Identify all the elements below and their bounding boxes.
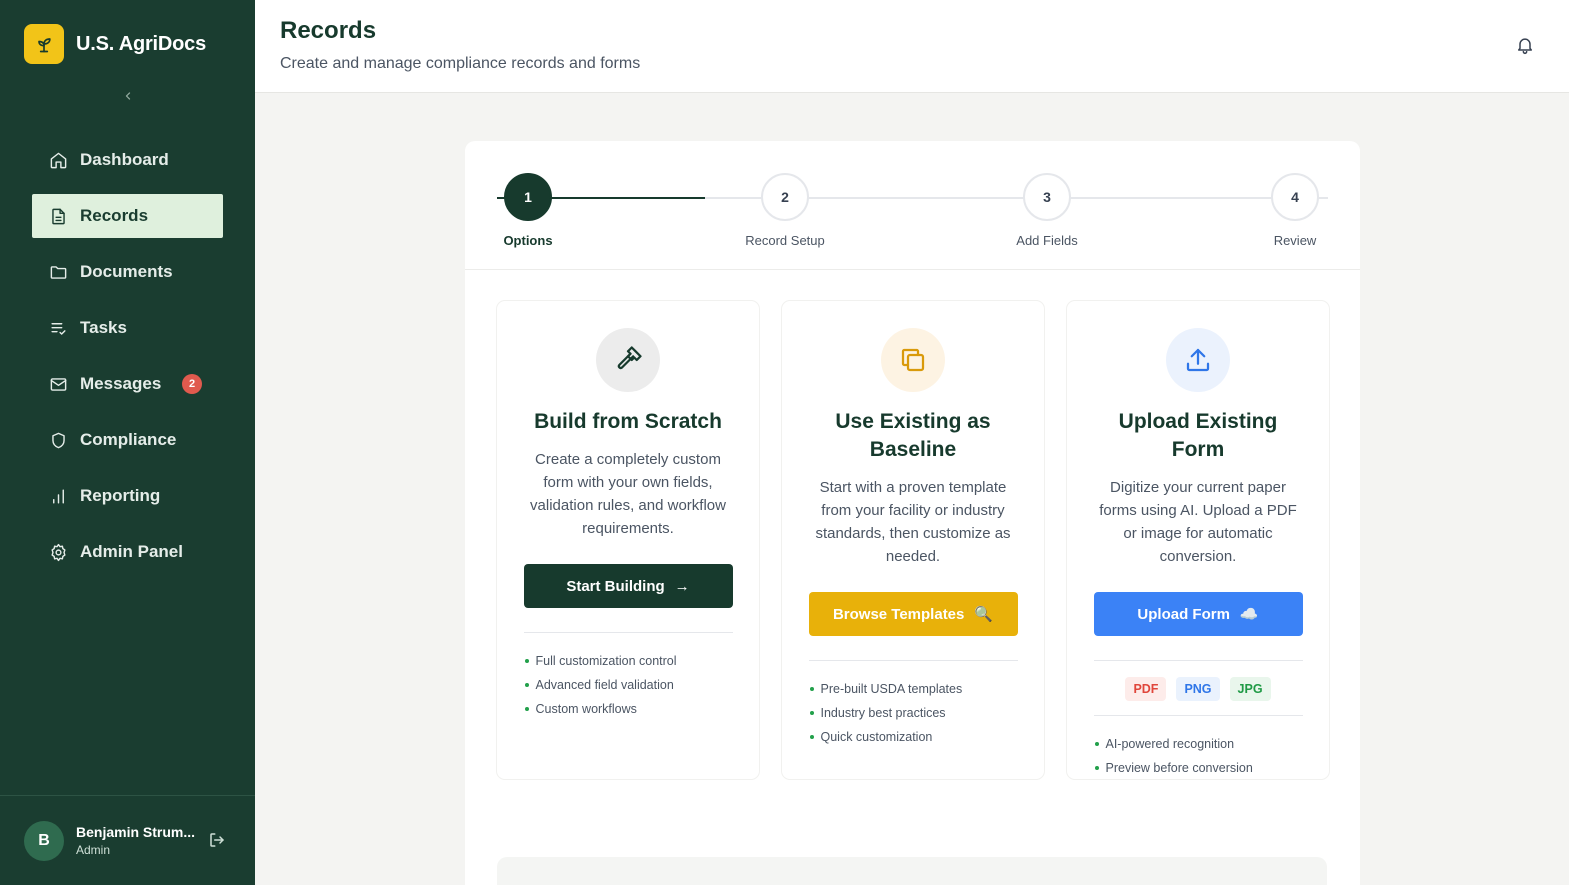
sidebar-item-compliance[interactable]: Compliance <box>32 418 223 462</box>
notifications-button[interactable] <box>1515 35 1535 57</box>
feature-list: Pre-built USDA templates Industry best p… <box>809 677 1018 749</box>
option-upload-existing-form: Upload Existing Form Digitize your curre… <box>1067 301 1329 779</box>
list-item: Pre-built USDA templates <box>809 677 1018 701</box>
step-label: Record Setup <box>745 233 825 248</box>
sidebar-item-dashboard[interactable]: Dashboard <box>32 138 223 182</box>
option-title: Build from Scratch <box>534 410 722 433</box>
button-label: Browse Templates <box>832 605 965 623</box>
sidebar-item-admin-panel[interactable]: Admin Panel <box>32 530 223 574</box>
sidebar-item-label: Compliance <box>80 430 177 449</box>
step-number: 3 <box>1023 173 1071 221</box>
option-description: Create a completely custom form with you… <box>530 451 726 537</box>
bell-icon <box>1518 38 1532 55</box>
list-item: Quick customization <box>809 725 1018 749</box>
hammer-icon <box>596 328 660 392</box>
sidebar-item-messages[interactable]: Messages 2 <box>32 362 223 406</box>
step-label: Review <box>1273 233 1317 248</box>
browse-templates-button[interactable]: Browse Templates 🔍 <box>808 592 1018 636</box>
mail-icon <box>48 374 68 394</box>
option-build-from-scratch: Build from Scratch Create a completely c… <box>497 301 759 779</box>
option-title: Use Existing as Baseline <box>835 410 991 461</box>
list-check-icon <box>48 318 68 338</box>
sidebar-item-label: Documents <box>80 262 173 281</box>
folder-icon <box>48 262 68 282</box>
user-panel: B Benjamin Strum... Admin <box>0 795 255 885</box>
list-item: Preview before conversion <box>1094 756 1303 780</box>
logout-button[interactable] <box>208 831 228 851</box>
sidebar-item-label: Messages <box>80 374 162 393</box>
unread-badge: 2 <box>182 374 202 394</box>
divider <box>1093 660 1303 661</box>
sidebar-item-tasks[interactable]: Tasks <box>32 306 223 350</box>
format-chip-jpg: JPG <box>1229 677 1271 701</box>
record-wizard-card: 1 Options 2 Record Setup 3 Add Fields 4 … <box>465 141 1360 885</box>
copy-icon <box>881 328 945 392</box>
option-title: Upload Existing Form <box>1118 410 1278 461</box>
file-format-chips: PDF PNG JPG <box>1067 677 1329 701</box>
divider <box>808 660 1018 661</box>
button-label: Start Building <box>566 577 665 595</box>
step-add-fields[interactable]: 3 Add Fields <box>997 173 1097 248</box>
sidebar-nav: Dashboard Records Documents Tasks Messag… <box>32 138 223 586</box>
search-icon: 🔍 <box>974 606 994 623</box>
list-item: Full customization control <box>524 649 733 673</box>
divider <box>523 632 733 633</box>
cloud-icon: ☁️ <box>1239 606 1259 623</box>
arrow-right-icon: → <box>674 577 690 595</box>
sidebar: U.S. AgriDocs Dashboard Records Document… <box>0 0 255 885</box>
option-description: Digitize your current paper forms using … <box>1099 479 1297 565</box>
file-text-icon <box>48 206 68 226</box>
option-use-existing-baseline: Use Existing as Baseline Start with a pr… <box>782 301 1044 779</box>
step-number: 2 <box>761 173 809 221</box>
home-icon <box>48 150 68 170</box>
format-chip-pdf: PDF <box>1125 677 1167 701</box>
sidebar-item-documents[interactable]: Documents <box>32 250 223 294</box>
app-name: U.S. AgriDocs <box>76 32 207 55</box>
logout-icon <box>210 833 224 847</box>
format-chip-png: PNG <box>1176 677 1220 701</box>
sidebar-item-label: Admin Panel <box>80 542 183 561</box>
collapse-sidebar-button[interactable] <box>118 84 138 108</box>
feature-list: AI-powered recognition Preview before co… <box>1094 732 1303 780</box>
user-role: Admin <box>76 843 111 857</box>
upload-icon <box>1166 328 1230 392</box>
shield-icon <box>48 430 68 450</box>
upload-form-button[interactable]: Upload Form ☁️ <box>1093 592 1303 636</box>
step-record-setup[interactable]: 2 Record Setup <box>735 173 835 248</box>
start-building-button[interactable]: Start Building → <box>523 564 733 608</box>
divider <box>1093 715 1303 716</box>
sidebar-item-label: Reporting <box>80 486 161 505</box>
wizard-stepper: 1 Options 2 Record Setup 3 Add Fields 4 … <box>465 141 1360 270</box>
bar-chart-icon <box>48 486 68 506</box>
bottom-panel <box>497 857 1327 885</box>
step-number: 4 <box>1271 173 1319 221</box>
list-item: AI-powered recognition <box>1094 732 1303 756</box>
sprout-icon <box>24 24 64 64</box>
step-review[interactable]: 4 Review <box>1245 173 1345 248</box>
sidebar-item-label: Records <box>80 206 149 225</box>
avatar[interactable]: B <box>24 821 64 861</box>
sidebar-item-label: Tasks <box>80 318 127 337</box>
sidebar-item-records[interactable]: Records <box>32 194 223 238</box>
step-label: Options <box>503 233 553 248</box>
feature-list: Full customization control Advanced fiel… <box>524 649 733 721</box>
page-subtitle: Create and manage compliance records and… <box>280 55 641 72</box>
step-label: Add Fields <box>1016 233 1078 248</box>
list-item: Custom workflows <box>524 697 733 721</box>
brand[interactable]: U.S. AgriDocs <box>24 24 206 64</box>
step-number: 1 <box>504 173 552 221</box>
sidebar-item-reporting[interactable]: Reporting <box>32 474 223 518</box>
button-label: Upload Form <box>1137 605 1230 623</box>
option-description: Start with a proven template from your f… <box>815 479 1011 565</box>
user-name: Benjamin Strum... <box>76 824 196 840</box>
sidebar-item-label: Dashboard <box>80 150 169 169</box>
chevron-left-icon <box>125 92 131 100</box>
page-header: Records Create and manage compliance rec… <box>255 0 1569 93</box>
page-title: Records <box>280 17 377 44</box>
gear-icon <box>48 542 68 562</box>
list-item: Advanced field validation <box>524 673 733 697</box>
list-item: Industry best practices <box>809 701 1018 725</box>
step-options[interactable]: 1 Options <box>478 173 578 248</box>
